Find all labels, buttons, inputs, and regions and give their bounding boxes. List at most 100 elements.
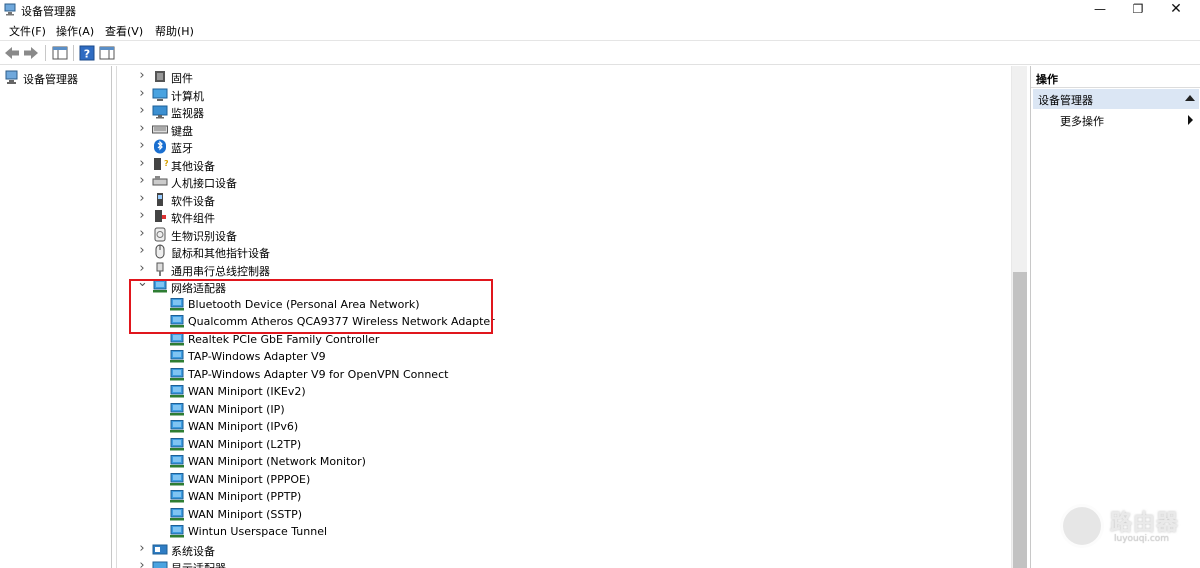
tree-device-row[interactable]: WAN Miniport (L2TP) — [117, 436, 1012, 453]
chevron-right-icon[interactable]: › — [137, 192, 147, 205]
back-arrow-icon[interactable] — [3, 44, 21, 62]
chevron-right-icon[interactable]: › — [137, 559, 147, 568]
tree-category-label: 生物识别设备 — [171, 229, 237, 243]
help-icon[interactable]: ? — [78, 44, 96, 62]
close-button[interactable]: ✕ — [1158, 0, 1194, 20]
tree-device-row[interactable]: WAN Miniport (IPv6) — [117, 418, 1012, 435]
tree-device-row[interactable]: Wintun Userspace Tunnel — [117, 523, 1012, 540]
usb-icon — [156, 262, 164, 276]
tree-device-label: WAN Miniport (L2TP) — [188, 437, 302, 451]
title-bar: 设备管理器 — ❐ ✕ — [0, 0, 1200, 20]
tree-category-row[interactable]: › 计算机 — [117, 86, 1012, 103]
tree-category-label: 其他设备 — [171, 159, 215, 173]
tree-device-row[interactable]: WAN Miniport (Network Monitor) — [117, 453, 1012, 470]
tree-device-row[interactable]: WAN Miniport (SSTP) — [117, 506, 1012, 523]
software-device-icon — [157, 192, 163, 206]
tree-category-row[interactable]: › 蓝牙 — [117, 138, 1012, 155]
network-adapter-icon — [170, 455, 184, 468]
nav-item-label: 设备管理器 — [23, 73, 78, 86]
tree-device-row[interactable]: WAN Miniport (PPPOE) — [117, 471, 1012, 488]
tree-category-row[interactable]: › 软件设备 — [117, 191, 1012, 208]
nav-item-device-manager[interactable]: 设备管理器 — [2, 69, 108, 86]
toolbar-separator — [73, 45, 74, 61]
properties-pane-icon[interactable] — [98, 44, 116, 62]
vertical-scrollbar[interactable] — [1011, 66, 1027, 568]
tree-device-label: WAN Miniport (PPPOE) — [188, 472, 311, 486]
chevron-right-icon[interactable]: › — [137, 87, 147, 100]
actions-section-device-manager[interactable]: 设备管理器 — [1033, 89, 1199, 109]
tree-category-row[interactable]: › 鼠标和其他指针设备 — [117, 243, 1012, 260]
network-adapter-icon — [170, 472, 184, 485]
submenu-arrow-icon — [1188, 115, 1193, 125]
tree-category-row[interactable]: › 生物识别设备 — [117, 226, 1012, 243]
tree-device-label: WAN Miniport (PPTP) — [188, 490, 302, 503]
tree-device-row[interactable]: WAN Miniport (IKEv2) — [117, 383, 1012, 400]
menu-file[interactable]: 文件(F) — [9, 23, 46, 39]
chevron-right-icon[interactable]: › — [137, 227, 147, 240]
watermark-brand: 路由器 — [1110, 511, 1180, 536]
chevron-right-icon[interactable]: › — [137, 262, 147, 275]
more-actions-item[interactable]: 更多操作 — [1033, 110, 1199, 130]
menu-help[interactable]: 帮助(H) — [155, 23, 194, 39]
tree-device-label: WAN Miniport (Network Monitor) — [188, 455, 366, 468]
tree-category-row[interactable]: › 监视器 — [117, 103, 1012, 120]
keyboard-icon — [152, 125, 168, 133]
chevron-right-icon[interactable]: › — [137, 104, 147, 117]
tree-category-row[interactable]: › 固件 — [117, 68, 1012, 85]
chevron-right-icon[interactable]: › — [137, 542, 147, 555]
tree-category-row[interactable]: ›?其他设备 — [117, 156, 1012, 173]
chevron-right-icon[interactable]: › — [137, 157, 147, 170]
window-title: 设备管理器 — [21, 5, 76, 18]
chevron-right-icon[interactable]: › — [137, 122, 147, 135]
tree-category-label: 人机接口设备 — [171, 177, 237, 190]
system-devices-icon — [152, 544, 168, 554]
tree-device-label: Wintun Userspace Tunnel — [188, 525, 328, 538]
tree-category-row[interactable]: › 显示适配器 — [117, 558, 1012, 568]
tree-category-row[interactable]: › 软件组件 — [117, 208, 1012, 225]
tree-category-label: 监视器 — [171, 107, 204, 120]
display-adapter-icon — [152, 561, 168, 568]
actions-header-label: 操作 — [1036, 73, 1058, 86]
toolbar-separator — [45, 45, 46, 61]
console-tree-icon[interactable] — [51, 44, 69, 62]
router-logo-icon — [1060, 504, 1104, 548]
chevron-right-icon[interactable]: › — [137, 244, 147, 257]
chevron-right-icon[interactable]: › — [137, 139, 147, 152]
biometric-icon — [154, 227, 166, 241]
tree-device-row[interactable]: TAP-Windows Adapter V9 — [117, 348, 1012, 365]
chevron-right-icon[interactable]: › — [137, 209, 147, 222]
tree-device-row[interactable]: WAN Miniport (PPTP) — [117, 488, 1012, 505]
menu-view[interactable]: 查看(V) — [105, 23, 143, 39]
tree-category-row[interactable]: › 键盘 — [117, 121, 1012, 138]
highlight-box — [129, 279, 493, 334]
monitor-icon — [152, 105, 168, 119]
tree-category-label: 通用串行总线控制器 — [171, 264, 270, 278]
network-adapter-icon — [170, 350, 184, 363]
tree-category-label: 蓝牙 — [171, 142, 193, 155]
maximize-button[interactable]: ❐ — [1120, 0, 1156, 20]
tree-device-row[interactable]: TAP-Windows Adapter V9 for OpenVPN Conne… — [117, 366, 1012, 383]
network-adapter-icon — [170, 367, 184, 380]
software-component-icon — [155, 210, 166, 222]
menu-action[interactable]: 操作(A) — [56, 23, 94, 39]
tree-category-row[interactable]: › 人机接口设备 — [117, 173, 1012, 190]
network-adapter-icon — [170, 420, 184, 433]
tree-device-row[interactable]: WAN Miniport (IP) — [117, 401, 1012, 418]
scrollbar-thumb[interactable] — [1013, 272, 1027, 568]
tree-category-row[interactable]: › 通用串行总线控制器 — [117, 261, 1012, 278]
tree-category-label: 系统设备 — [171, 544, 215, 558]
network-adapter-icon — [170, 490, 184, 503]
tree-device-label: TAP-Windows Adapter V9 — [188, 350, 326, 363]
chevron-right-icon[interactable]: › — [137, 69, 147, 82]
tree-category-row[interactable]: › 系统设备 — [117, 541, 1012, 558]
tree-device-label: WAN Miniport (SSTP) — [188, 507, 303, 521]
chevron-right-icon[interactable]: › — [137, 174, 147, 187]
forward-arrow-icon[interactable] — [22, 44, 40, 62]
console-tree-pane: 设备管理器 — [0, 66, 112, 568]
minimize-button[interactable]: — — [1082, 0, 1118, 20]
actions-pane: 操作 设备管理器 更多操作 — [1030, 66, 1200, 568]
tree-category-label: 键盘 — [171, 124, 193, 138]
computer-icon — [152, 88, 168, 101]
actions-header: 操作 — [1031, 68, 1200, 88]
collapse-up-arrow-icon[interactable] — [1185, 95, 1195, 101]
